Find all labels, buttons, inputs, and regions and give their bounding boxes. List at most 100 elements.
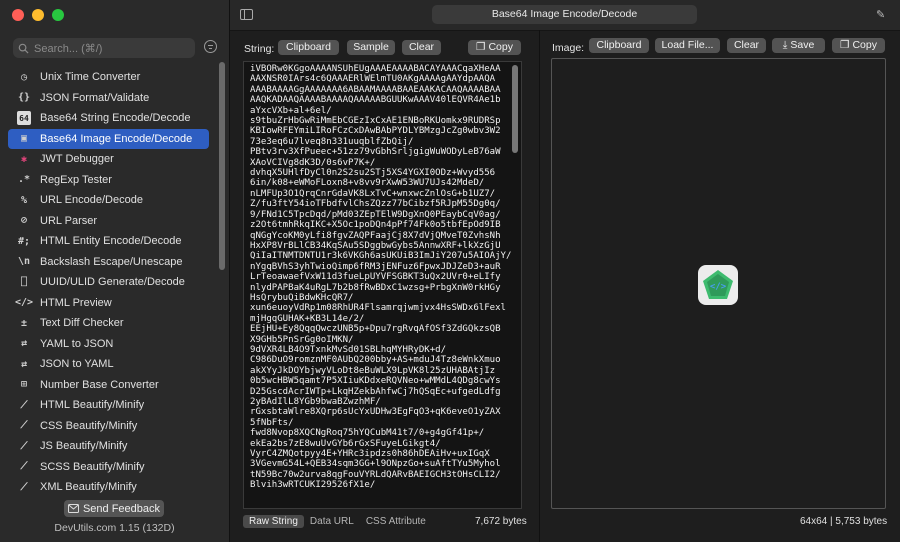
sidebar-item-backslash-escape-unescape[interactable]: \n Backslash Escape/Unescape [8, 252, 209, 273]
envelope-icon [67, 504, 79, 513]
diff-icon: ± [20, 317, 28, 329]
number-icon: ⊞ [20, 379, 28, 391]
convert-icon: ⇄ [20, 338, 28, 350]
sidebar-item-js-beautify-minify[interactable]: ⟋ JS Beautify/Minify [8, 436, 209, 457]
string-clear-button[interactable]: Clear [402, 40, 441, 55]
sidebar-item-url-parser[interactable]: ⊘ URL Parser [8, 211, 209, 232]
tab-data-url[interactable]: Data URL [304, 515, 360, 528]
sidebar-item-regexp-tester[interactable]: .* RegExp Tester [8, 170, 209, 191]
sidebar-item-jwt-debugger[interactable]: ✱ JWT Debugger [8, 149, 209, 170]
search-input[interactable]: Search... (⌘/) [13, 38, 195, 58]
download-icon: ⤓ [782, 39, 788, 51]
sidebar-item-text-diff-checker[interactable]: ± Text Diff Checker [8, 313, 209, 334]
regexp-icon: .* [17, 174, 31, 186]
sidebar-item-label: XML Beautify/Minify [40, 481, 137, 494]
sidebar-item-label: Base64 String Encode/Decode [40, 112, 191, 125]
sidebar-item-html-entity-encode-decode[interactable]: #; HTML Entity Encode/Decode [8, 231, 209, 252]
close-window-button[interactable] [12, 9, 24, 21]
jwt-icon: ✱ [20, 153, 28, 165]
image-clear-button[interactable]: Clear [727, 38, 766, 53]
sample-button[interactable]: Sample [347, 40, 395, 55]
sidebar-item-label: HTML Beautify/Minify [40, 399, 145, 412]
search-placeholder: Search... (⌘/) [34, 42, 103, 55]
wand-icon: ⟋ [20, 440, 28, 452]
sidebar-item-scss-beautify-minify[interactable]: ⟋ SCSS Beautify/Minify [8, 457, 209, 478]
code-icon: </> [14, 297, 34, 309]
image-icon: ▣ [20, 133, 28, 145]
svg-text:</>: </> [710, 282, 727, 292]
sidebar-item-css-beautify-minify[interactable]: ⟋ CSS Beautify/Minify [8, 416, 209, 437]
sidebar: Search... (⌘/) ◷ Unix Time Converter {} JSO… [0, 0, 230, 542]
percent-icon: % [20, 194, 28, 206]
copy-icon: ❐ [476, 41, 486, 53]
string-copy-button[interactable]: ❐ Copy [468, 40, 521, 55]
wand-icon: ⟋ [20, 399, 28, 411]
search-icon [18, 43, 29, 54]
link-icon: ⊘ [20, 215, 28, 227]
sidebar-item-label: JWT Debugger [40, 153, 114, 166]
code-pentagon-icon: </> [703, 270, 733, 299]
output-format-tabs: Raw String Data URL CSS Attribute [243, 515, 432, 528]
sidebar-item-label: YAML to JSON [40, 337, 114, 350]
sidebar-toggle-icon[interactable] [240, 9, 253, 20]
version-text: DevUtils.com 1.15 (132D) [54, 522, 175, 534]
load-file-button[interactable]: Load File... [655, 38, 720, 53]
sidebar-item-label: HTML Entity Encode/Decode [40, 235, 182, 248]
sidebar-item-number-base-converter[interactable]: ⊞ Number Base Converter [8, 375, 209, 396]
sidebar-item-label: JSON Format/Validate [40, 91, 150, 104]
tab-css-attribute[interactable]: CSS Attribute [360, 515, 432, 528]
window-title: Base64 Image Encode/Decode [432, 5, 697, 24]
send-feedback-button[interactable]: Send Feedback [64, 500, 164, 517]
string-byte-count: 7,672 bytes [475, 516, 527, 527]
image-copy-label: Copy [852, 39, 877, 51]
zoom-window-button[interactable] [52, 9, 64, 21]
sidebar-item-label: RegExp Tester [40, 173, 112, 186]
sidebar-item-label: CSS Beautify/Minify [40, 419, 138, 432]
sidebar-item-label: JS Beautify/Minify [40, 440, 128, 453]
textarea-scrollbar[interactable] [512, 65, 518, 153]
save-label: Save [790, 39, 815, 51]
wand-icon: ⟋ [20, 420, 28, 432]
image-info: 64x64 | 5,753 bytes [800, 516, 888, 527]
base64-icon: 64 [17, 111, 31, 126]
sidebar-item-json-format-validate[interactable]: {} JSON Format/Validate [8, 88, 209, 109]
sidebar-item-json-to-yaml[interactable]: ⇄ JSON to YAML [8, 354, 209, 375]
sidebar-item-label: URL Encode/Decode [40, 194, 143, 207]
decoded-image-preview: </> [698, 265, 738, 305]
sidebar-nav: ◷ Unix Time Converter {} JSON Format/Valida… [8, 67, 209, 498]
base64-string-textarea[interactable]: iVBORw0KGgoAAAANSUhEUgAAAEAAAABACAYAAACq… [243, 61, 522, 509]
image-label: Image: [552, 42, 585, 54]
sidebar-item-base64-image-encode-decode[interactable]: ▣ Base64 Image Encode/Decode [8, 128, 209, 149]
sidebar-item-label: Base64 Image Encode/Decode [40, 132, 193, 145]
sidebar-item-html-beautify-minify[interactable]: ⟋ HTML Beautify/Minify [8, 395, 209, 416]
string-copy-label: Copy [488, 41, 513, 53]
minimize-window-button[interactable] [32, 9, 44, 21]
sidebar-item-yaml-to-json[interactable]: ⇄ YAML to JSON [8, 334, 209, 355]
uuid-icon: ⎕ [20, 276, 28, 288]
sidebar-item-label: Number Base Converter [40, 378, 159, 391]
filter-icon[interactable] [204, 40, 217, 53]
base64-string-text: iVBORw0KGgoAAAANSUhEUgAAAEAAAABACAYAAACq… [250, 64, 512, 491]
sidebar-item-label: HTML Preview [40, 296, 112, 309]
string-clipboard-button[interactable]: Clipboard [278, 40, 339, 55]
sidebar-item-html-preview[interactable]: </> HTML Preview [8, 293, 209, 314]
sidebar-item-unix-time-converter[interactable]: ◷ Unix Time Converter [8, 67, 209, 88]
sidebar-item-label: Text Diff Checker [40, 317, 124, 330]
sidebar-item-url-encode-decode[interactable]: % URL Encode/Decode [8, 190, 209, 211]
pin-icon[interactable]: ✎ [876, 8, 885, 21]
sidebar-item-label: SCSS Beautify/Minify [40, 460, 145, 473]
tab-raw-string[interactable]: Raw String [243, 515, 304, 528]
image-copy-button[interactable]: ❐ Copy [832, 38, 885, 53]
sidebar-scrollbar[interactable] [219, 62, 225, 270]
window-controls [12, 9, 64, 21]
image-clipboard-button[interactable]: Clipboard [589, 38, 649, 53]
save-button[interactable]: ⤓ Save [772, 38, 825, 53]
sidebar-item-xml-beautify-minify[interactable]: ⟋ XML Beautify/Minify [8, 477, 209, 498]
sidebar-item-label: JSON to YAML [40, 358, 114, 371]
wand-icon: ⟋ [20, 461, 28, 473]
sidebar-item-base64-string-encode-decode[interactable]: 64 Base64 String Encode/Decode [8, 108, 209, 129]
wand-icon: ⟋ [20, 481, 28, 493]
pane-divider[interactable] [539, 30, 540, 542]
sidebar-item-uuid-ulid-generate-decode[interactable]: ⎕ UUID/ULID Generate/Decode [8, 272, 209, 293]
sidebar-item-label: Unix Time Converter [40, 71, 141, 84]
